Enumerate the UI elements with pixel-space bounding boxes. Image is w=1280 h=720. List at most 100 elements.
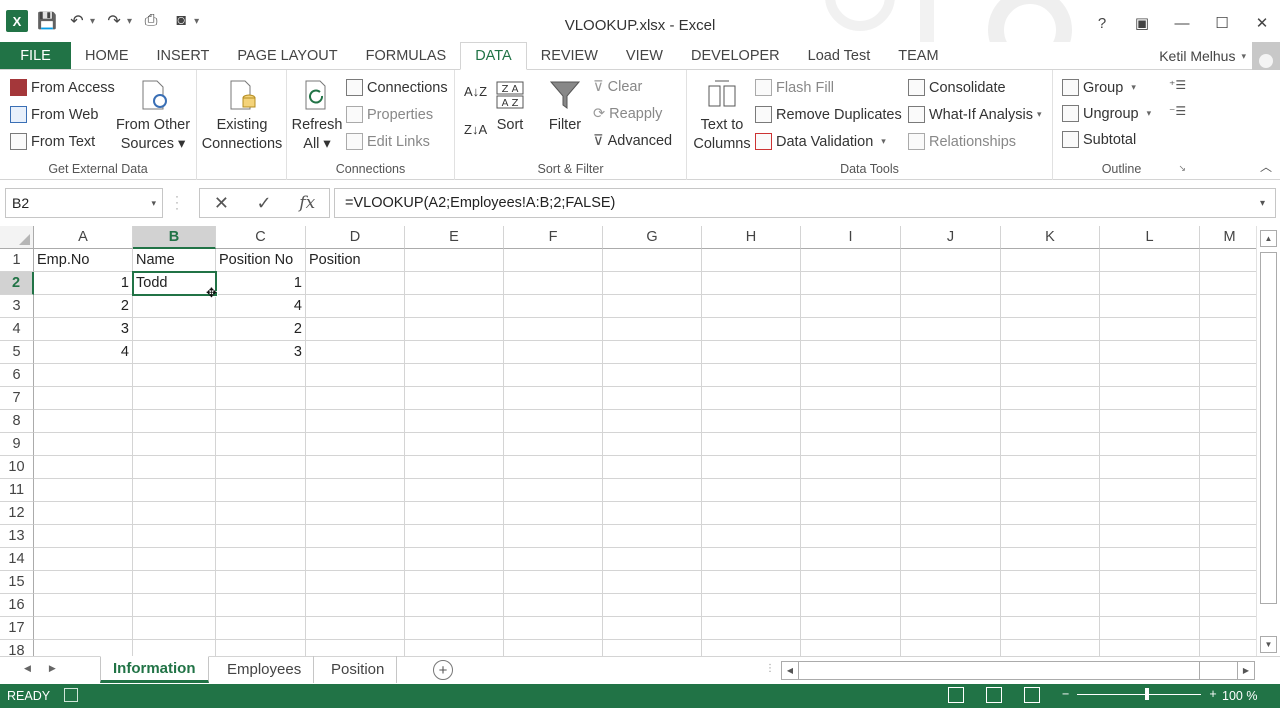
horizontal-scrollbar[interactable]: ◀ ▶: [781, 661, 1255, 680]
ungroup-dropdown-icon[interactable]: ▾: [1147, 108, 1152, 119]
edit-links-button[interactable]: Edit Links: [346, 133, 430, 150]
tab-file[interactable]: FILE: [0, 42, 71, 69]
cell-d17[interactable]: [306, 617, 405, 640]
subtotal-button[interactable]: Subtotal: [1062, 131, 1136, 148]
ribbon-display-options-icon[interactable]: ▣: [1132, 14, 1152, 32]
cell-l16[interactable]: [1100, 594, 1200, 617]
new-sheet-icon[interactable]: +: [433, 660, 453, 680]
cell-m3[interactable]: [1200, 295, 1256, 318]
cell-h2[interactable]: [702, 272, 801, 295]
cell-a1[interactable]: Emp.No: [34, 249, 133, 272]
cell-k11[interactable]: [1001, 479, 1100, 502]
cell-i8[interactable]: [801, 410, 901, 433]
zoom-track[interactable]: [1077, 687, 1202, 700]
cell-h4[interactable]: [702, 318, 801, 341]
help-icon[interactable]: ?: [1092, 15, 1112, 32]
text-to-columns-button[interactable]: Text to Columns: [691, 78, 753, 154]
cell-g11[interactable]: [603, 479, 702, 502]
cell-i9[interactable]: [801, 433, 901, 456]
cell-l17[interactable]: [1100, 617, 1200, 640]
horizontal-scroll-thumb[interactable]: [800, 662, 1200, 679]
user-dropdown-icon[interactable]: ▾: [1241, 51, 1246, 62]
cell-b16[interactable]: [133, 594, 216, 617]
cell-m17[interactable]: [1200, 617, 1256, 640]
cell-e7[interactable]: [405, 387, 504, 410]
cell-m9[interactable]: [1200, 433, 1256, 456]
cell-d18[interactable]: [306, 640, 405, 656]
row-header-13[interactable]: 13: [0, 525, 34, 548]
connections-button[interactable]: Connections: [346, 79, 448, 96]
cell-e11[interactable]: [405, 479, 504, 502]
cell-g7[interactable]: [603, 387, 702, 410]
cell-k13[interactable]: [1001, 525, 1100, 548]
cell-d16[interactable]: [306, 594, 405, 617]
tab-review[interactable]: REVIEW: [527, 42, 612, 69]
cell-f15[interactable]: [504, 571, 603, 594]
avatar[interactable]: [1252, 42, 1280, 70]
cell-j6[interactable]: [901, 364, 1001, 387]
cell-b14[interactable]: [133, 548, 216, 571]
cell-b6[interactable]: [133, 364, 216, 387]
cell-c1[interactable]: Position No: [216, 249, 306, 272]
cell-c14[interactable]: [216, 548, 306, 571]
cell-m10[interactable]: [1200, 456, 1256, 479]
cell-c8[interactable]: [216, 410, 306, 433]
cell-a2[interactable]: 1: [34, 272, 133, 295]
cell-j4[interactable]: [901, 318, 1001, 341]
cell-a12[interactable]: [34, 502, 133, 525]
cell-f12[interactable]: [504, 502, 603, 525]
cell-g2[interactable]: [603, 272, 702, 295]
row-header-6[interactable]: 6: [0, 364, 34, 387]
cell-i6[interactable]: [801, 364, 901, 387]
ungroup-button[interactable]: Ungroup ▾: [1062, 105, 1151, 122]
cell-f1[interactable]: [504, 249, 603, 272]
cell-i7[interactable]: [801, 387, 901, 410]
cell-g9[interactable]: [603, 433, 702, 456]
cell-h10[interactable]: [702, 456, 801, 479]
row-header-9[interactable]: 9: [0, 433, 34, 456]
cell-g15[interactable]: [603, 571, 702, 594]
cell-i4[interactable]: [801, 318, 901, 341]
cell-c12[interactable]: [216, 502, 306, 525]
relationships-button[interactable]: Relationships: [908, 133, 1016, 150]
cell-b11[interactable]: [133, 479, 216, 502]
from-access-button[interactable]: From Access: [10, 79, 115, 96]
cell-f18[interactable]: [504, 640, 603, 656]
cell-e10[interactable]: [405, 456, 504, 479]
zoom-out-icon[interactable]: −: [1062, 687, 1069, 701]
sheet-next-icon[interactable]: ▶: [49, 663, 56, 674]
cell-f9[interactable]: [504, 433, 603, 456]
filter-button[interactable]: Filter: [543, 78, 587, 135]
tab-split-handle-icon[interactable]: ⋮: [765, 663, 775, 674]
cell-k8[interactable]: [1001, 410, 1100, 433]
formula-bar-resize-icon[interactable]: · · ·: [175, 190, 179, 214]
cell-j10[interactable]: [901, 456, 1001, 479]
cell-j1[interactable]: [901, 249, 1001, 272]
cell-a16[interactable]: [34, 594, 133, 617]
zoom-in-icon[interactable]: +: [1209, 687, 1216, 701]
cell-b13[interactable]: [133, 525, 216, 548]
cell-c17[interactable]: [216, 617, 306, 640]
row-header-17[interactable]: 17: [0, 617, 34, 640]
cell-d7[interactable]: [306, 387, 405, 410]
cell-c9[interactable]: [216, 433, 306, 456]
row-header-2[interactable]: 2: [0, 272, 34, 295]
what-if-analysis-button[interactable]: What-If Analysis ▾: [908, 106, 1041, 123]
tab-formulas[interactable]: FORMULAS: [352, 42, 461, 69]
name-box-value[interactable]: B2: [12, 195, 29, 211]
cell-e8[interactable]: [405, 410, 504, 433]
cell-c18[interactable]: [216, 640, 306, 656]
page-layout-view-icon[interactable]: [986, 687, 1002, 703]
cell-f17[interactable]: [504, 617, 603, 640]
cell-b8[interactable]: [133, 410, 216, 433]
sort-z-to-a-button[interactable]: Z↓A: [464, 122, 487, 137]
from-text-button[interactable]: From Text: [10, 133, 95, 150]
column-header-b[interactable]: B: [133, 226, 216, 249]
cell-l18[interactable]: [1100, 640, 1200, 656]
cell-k14[interactable]: [1001, 548, 1100, 571]
cell-e4[interactable]: [405, 318, 504, 341]
cell-e14[interactable]: [405, 548, 504, 571]
row-header-1[interactable]: 1: [0, 249, 34, 272]
cell-j7[interactable]: [901, 387, 1001, 410]
enter-icon[interactable]: ✓: [257, 193, 272, 214]
